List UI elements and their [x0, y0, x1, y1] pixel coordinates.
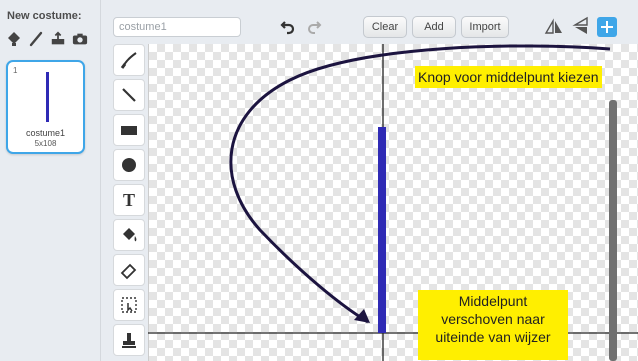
sprite-line-shape	[378, 127, 386, 333]
center-moved-callout: Middelpunt verschoven naar uiteinde van …	[418, 290, 568, 360]
center-button-callout: Knop voor middelpunt kiezen	[415, 66, 602, 88]
callout-line: uiteinde van wijzer	[435, 329, 551, 345]
callout-line: Middelpunt	[458, 293, 528, 309]
paint-editor-screen: New costume: 1 costume1 5x108 costume1 C…	[0, 0, 638, 361]
vertical-scrollbar[interactable]	[609, 100, 617, 361]
callout-line: verschoven naar	[441, 311, 545, 327]
